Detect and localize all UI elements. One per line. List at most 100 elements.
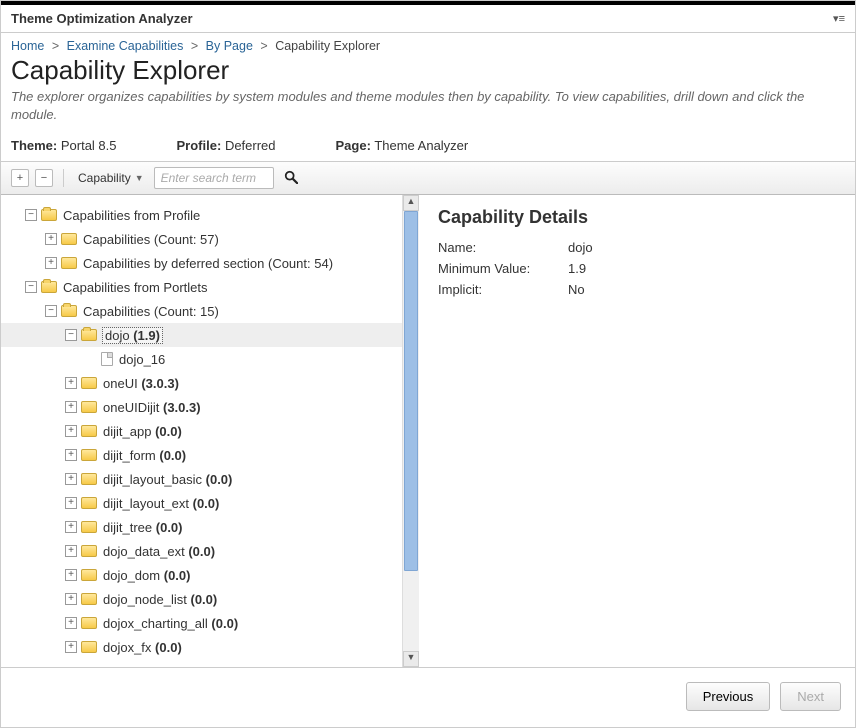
app-frame: Theme Optimization Analyzer ▾≡ Home > Ex…: [0, 0, 856, 728]
tree-node-leaf[interactable]: dojo_16: [1, 347, 402, 371]
previous-button[interactable]: Previous: [686, 682, 771, 711]
minus-icon[interactable]: −: [45, 305, 57, 317]
plus-icon[interactable]: +: [65, 521, 77, 533]
tree-node[interactable]: + dijit_tree (0.0): [1, 515, 402, 539]
tree-label: dojox_fx (0.0): [103, 640, 182, 655]
tree-node[interactable]: + dojox_fx (0.0): [1, 635, 402, 659]
crumb-bypage[interactable]: By Page: [206, 39, 253, 53]
folder-icon: [81, 545, 97, 557]
folder-icon: [81, 569, 97, 581]
tree-label: oneUIDijit (3.0.3): [103, 400, 201, 415]
search-input[interactable]: [154, 167, 274, 189]
tree-label: Capabilities from Portlets: [63, 280, 208, 295]
tree-scrollbar[interactable]: ▲ ▼: [402, 195, 419, 667]
plus-icon[interactable]: +: [65, 377, 77, 389]
plus-icon[interactable]: +: [65, 569, 77, 581]
capability-dropdown[interactable]: Capability ▼: [74, 169, 148, 187]
search-icon[interactable]: [280, 170, 302, 187]
tree-node[interactable]: − Capabilities (Count: 15): [1, 299, 402, 323]
crumb-sep: >: [191, 39, 198, 53]
detail-val: dojo: [568, 240, 593, 255]
plus-icon[interactable]: +: [65, 401, 77, 413]
content-split: − Capabilities from Profile + Capabiliti…: [1, 195, 855, 668]
plus-icon[interactable]: +: [45, 257, 57, 269]
tree-label: dijit_tree (0.0): [103, 520, 183, 535]
page-subtitle: The explorer organizes capabilities by s…: [11, 88, 845, 124]
scroll-thumb[interactable]: [404, 211, 418, 571]
breadcrumb: Home > Examine Capabilities > By Page > …: [1, 33, 855, 53]
plus-icon[interactable]: +: [45, 233, 57, 245]
meta-theme-label: Theme:: [11, 138, 57, 153]
folder-icon: [81, 617, 97, 629]
collapse-all-button[interactable]: −: [35, 169, 53, 187]
minus-icon[interactable]: −: [65, 329, 77, 341]
folder-icon: [81, 401, 97, 413]
detail-val: No: [568, 282, 585, 297]
tree-pane: − Capabilities from Profile + Capabiliti…: [1, 195, 419, 667]
scroll-down-icon[interactable]: ▼: [403, 651, 419, 667]
tree-node-profile-root[interactable]: − Capabilities from Profile: [1, 203, 402, 227]
tree-node[interactable]: + Capabilities by deferred section (Coun…: [1, 251, 402, 275]
tree-node[interactable]: +dojo_dom (0.0): [1, 563, 402, 587]
tree-label: Capabilities by deferred section (Count:…: [83, 256, 333, 271]
chevron-down-icon: ▼: [135, 173, 144, 183]
plus-icon[interactable]: +: [65, 473, 77, 485]
meta-profile-label: Profile:: [177, 138, 222, 153]
detail-min: Minimum Value: 1.9: [438, 261, 837, 276]
plus-icon[interactable]: +: [65, 641, 77, 653]
tree-node[interactable]: +dijit_layout_ext (0.0): [1, 491, 402, 515]
folder-icon: [81, 449, 97, 461]
tree-node-portlets-root[interactable]: − Capabilities from Portlets: [1, 275, 402, 299]
capability-dropdown-label: Capability: [78, 171, 131, 185]
window-menu-icon[interactable]: ▾≡: [833, 12, 845, 25]
tree-node[interactable]: +oneUI (3.0.3): [1, 371, 402, 395]
meta-profile: Profile: Deferred: [177, 138, 276, 153]
folder-icon: [81, 473, 97, 485]
folder-icon: [81, 497, 97, 509]
tree-node[interactable]: + oneUIDijit (3.0.3): [1, 395, 402, 419]
folder-icon: [81, 641, 97, 653]
detail-implicit: Implicit: No: [438, 282, 837, 297]
plus-icon[interactable]: +: [65, 497, 77, 509]
tree-node[interactable]: + dijit_app (0.0): [1, 419, 402, 443]
folder-icon: [61, 233, 77, 245]
tree-label: dojo_node_list (0.0): [103, 592, 217, 607]
expand-all-button[interactable]: +: [11, 169, 29, 187]
folder-icon: [81, 521, 97, 533]
plus-icon[interactable]: +: [65, 617, 77, 629]
toolbar: + − Capability ▼: [1, 161, 855, 195]
tree-label: dijit_app (0.0): [103, 424, 182, 439]
next-button[interactable]: Next: [780, 682, 841, 711]
crumb-examine[interactable]: Examine Capabilities: [67, 39, 184, 53]
plus-icon[interactable]: +: [65, 593, 77, 605]
tree-node[interactable]: +dijit_form (0.0): [1, 443, 402, 467]
minus-icon[interactable]: −: [25, 209, 37, 221]
tree-node[interactable]: + dojo_node_list (0.0): [1, 587, 402, 611]
tree: − Capabilities from Profile + Capabiliti…: [1, 195, 402, 667]
crumb-current: Capability Explorer: [275, 39, 380, 53]
tree-node-dojo[interactable]: − dojo (1.9): [1, 323, 402, 347]
tree-node[interactable]: + Capabilities (Count: 57): [1, 227, 402, 251]
detail-key: Minimum Value:: [438, 261, 568, 276]
folder-open-icon: [61, 305, 77, 317]
details-pane: Capability Details Name: dojo Minimum Va…: [419, 195, 855, 667]
detail-key: Name:: [438, 240, 568, 255]
plus-icon[interactable]: +: [65, 425, 77, 437]
tree-label: dojo_data_ext (0.0): [103, 544, 215, 559]
plus-icon[interactable]: +: [65, 449, 77, 461]
minus-icon[interactable]: −: [25, 281, 37, 293]
tree-node[interactable]: + dojo_data_ext (0.0): [1, 539, 402, 563]
toolbar-sep: [63, 169, 64, 187]
crumb-home[interactable]: Home: [11, 39, 44, 53]
detail-name: Name: dojo: [438, 240, 837, 255]
tree-label: dojo_16: [119, 352, 165, 367]
crumb-sep: >: [260, 39, 267, 53]
tree-node[interactable]: +dojox_charting_all (0.0): [1, 611, 402, 635]
scroll-track[interactable]: [403, 211, 419, 651]
page-title: Capability Explorer: [11, 55, 845, 86]
tree-node[interactable]: +dijit_layout_basic (0.0): [1, 467, 402, 491]
scroll-up-icon[interactable]: ▲: [403, 195, 419, 211]
meta-row: Theme: Portal 8.5 Profile: Deferred Page…: [1, 134, 855, 161]
plus-icon[interactable]: +: [65, 545, 77, 557]
meta-page: Page: Theme Analyzer: [336, 138, 469, 153]
